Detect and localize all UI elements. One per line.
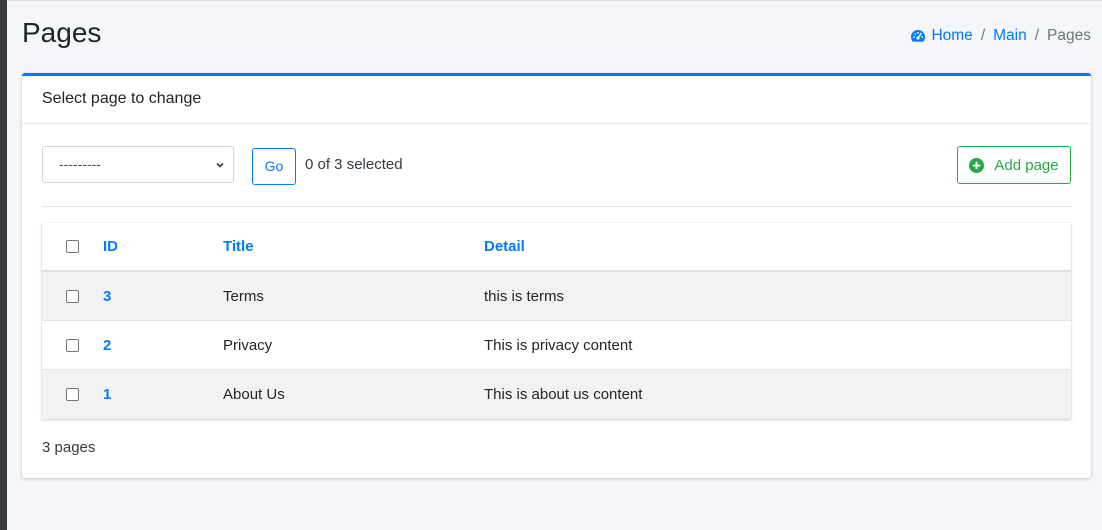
breadcrumb-separator: / xyxy=(980,27,986,44)
row-check-cell xyxy=(66,272,79,320)
breadcrumb-separator: / xyxy=(1034,27,1040,44)
breadcrumb-home-link[interactable]: Home xyxy=(931,27,972,45)
row-title: About Us xyxy=(223,386,285,403)
action-select-value: --------- xyxy=(59,156,101,172)
breadcrumb-current: Pages xyxy=(1047,27,1091,44)
select-all-cell xyxy=(66,223,79,270)
table-header-row: ID Title Detail xyxy=(42,223,1071,272)
page-title: Pages xyxy=(22,17,102,48)
column-header-title[interactable]: Title xyxy=(223,223,254,270)
row-title: Terms xyxy=(223,287,264,305)
row-checkbox[interactable] xyxy=(66,338,79,352)
column-header-id[interactable]: ID xyxy=(103,223,118,270)
changelist-card: Select page to change --------- Go 0 of … xyxy=(22,73,1091,478)
chevron-down-icon xyxy=(216,162,224,168)
table-row: 2 Privacy This is privacy content xyxy=(42,321,1071,370)
actions-toolbar: --------- Go 0 of 3 selected Add page xyxy=(42,146,1071,185)
column-header-detail[interactable]: Detail xyxy=(484,223,525,270)
row-detail: This is about us content xyxy=(484,386,643,403)
row-detail: This is privacy content xyxy=(484,336,633,354)
action-select[interactable]: --------- xyxy=(42,146,234,183)
add-page-label: Add page xyxy=(994,156,1059,174)
row-checkbox[interactable] xyxy=(66,289,79,303)
result-count: 3 pages xyxy=(42,439,96,456)
row-id-link[interactable]: 1 xyxy=(103,370,111,419)
row-check-cell xyxy=(66,321,79,369)
select-all-checkbox[interactable] xyxy=(66,240,79,253)
row-check-cell xyxy=(66,370,79,419)
go-button[interactable]: Go xyxy=(252,148,296,185)
tachometer-icon xyxy=(911,30,926,42)
row-title: Privacy xyxy=(223,336,273,354)
plus-circle-icon xyxy=(969,157,985,173)
breadcrumb: Home / Main / Pages xyxy=(910,27,1091,45)
row-detail: this is terms xyxy=(484,287,565,305)
result-table: ID Title Detail 3 Terms this is terms 2 … xyxy=(42,223,1071,419)
row-id-link[interactable]: 2 xyxy=(103,321,111,369)
breadcrumb-main-link[interactable]: Main xyxy=(993,27,1027,45)
row-checkbox[interactable] xyxy=(66,388,79,401)
row-id-link[interactable]: 3 xyxy=(103,272,111,320)
table-row: 1 About Us This is about us content xyxy=(42,370,1071,419)
toolbar-divider xyxy=(42,206,1071,207)
sidebar-edge xyxy=(0,0,7,530)
card-header: Select page to change xyxy=(22,76,1091,124)
content-wrapper: Pages Home / Main / Pages Select page to… xyxy=(7,1,1102,530)
selection-counter: 0 of 3 selected xyxy=(305,156,403,173)
add-page-button[interactable]: Add page xyxy=(957,146,1071,184)
table-row: 3 Terms this is terms xyxy=(42,272,1071,321)
